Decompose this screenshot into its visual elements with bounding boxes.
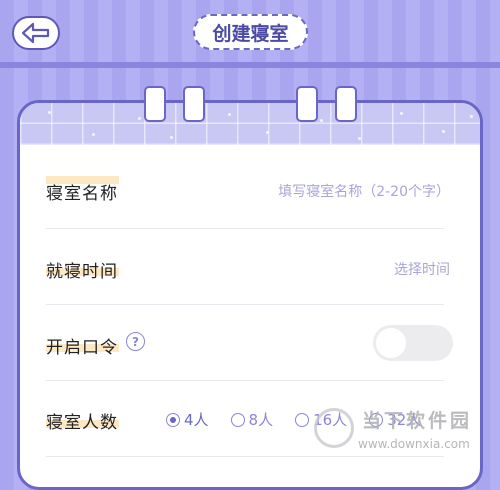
bedtime-row: 就寝时间 选择时间 (46, 230, 454, 302)
bedtime-picker[interactable]: 选择时间 (394, 259, 450, 279)
binder-ring (183, 86, 205, 122)
radio-unchecked-icon (230, 412, 245, 427)
radio-option-4[interactable]: 4人 (166, 409, 209, 430)
notebook-decoration (20, 103, 480, 145)
dorm-name-row: 寝室名称 填写寝室名称（2-20个字） (46, 154, 454, 226)
watermark-logo-icon (314, 408, 354, 448)
password-label: 开启口令 (46, 338, 118, 358)
radio-option-8[interactable]: 8人 (230, 409, 274, 430)
watermark-title: 当下软件园 (362, 410, 473, 432)
binder-ring (335, 86, 357, 122)
row-divider (46, 228, 444, 229)
bedtime-label: 就寝时间 (46, 262, 118, 282)
binder-ring (296, 86, 318, 122)
password-toggle[interactable] (373, 325, 453, 361)
header-divider (0, 62, 500, 68)
row-divider (46, 304, 444, 305)
row-divider (46, 380, 444, 381)
radio-unchecked-icon (295, 412, 310, 427)
dorm-name-input[interactable]: 填写寝室名称（2-20个字） (278, 181, 450, 201)
header-bar: 创建寝室 (0, 0, 500, 68)
radio-option-label: 4人 (184, 411, 209, 429)
binder-ring (144, 86, 166, 122)
back-button[interactable] (12, 16, 60, 50)
watermark: 当下软件园 www.downxia.com (314, 404, 494, 464)
member-count-label: 寝室人数 (46, 413, 118, 433)
password-row: 开启口令 ? (46, 306, 454, 378)
arrow-left-icon (21, 22, 50, 44)
radio-option-label: 8人 (248, 411, 274, 429)
dorm-name-label: 寝室名称 (46, 184, 118, 204)
watermark-url: www.downxia.com (358, 437, 470, 451)
radio-checked-icon (166, 412, 180, 427)
help-icon[interactable]: ? (126, 332, 145, 351)
page-title: 创建寝室 (193, 14, 308, 50)
toggle-knob (376, 328, 406, 358)
